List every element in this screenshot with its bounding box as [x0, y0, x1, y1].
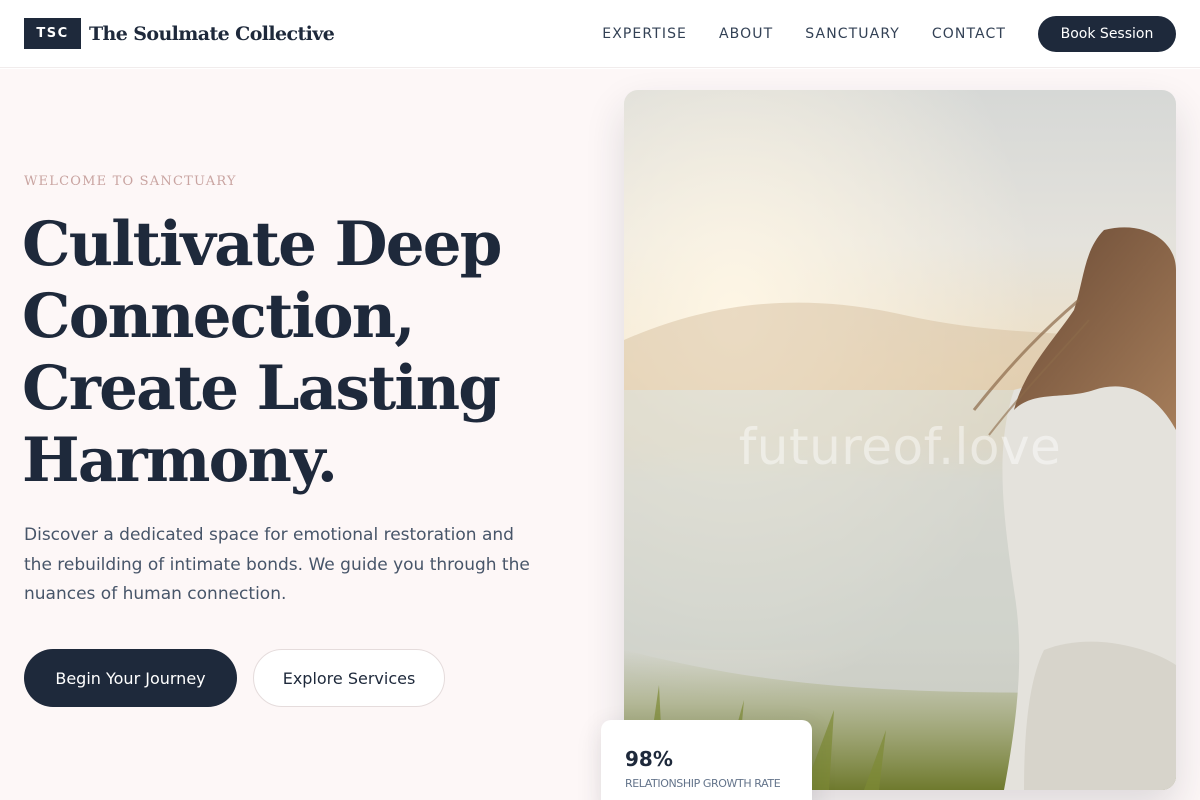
brand-logo[interactable]: TSC The Soulmate Collective — [24, 18, 335, 49]
site-header: TSC The Soulmate Collective EXPERTISE AB… — [0, 0, 1200, 68]
hero-headline: Cultivate Deep Connection, Create Lastin… — [22, 209, 582, 497]
hero-eyebrow: WELCOME TO SANCTUARY — [24, 174, 237, 189]
stat-value: 98% — [625, 747, 673, 771]
nav-link-about[interactable]: ABOUT — [719, 26, 773, 42]
nav-link-contact[interactable]: CONTACT — [932, 26, 1006, 42]
begin-journey-button[interactable]: Begin Your Journey — [24, 649, 237, 707]
nav-link-sanctuary[interactable]: SANCTUARY — [805, 26, 900, 42]
brand-name: The Soulmate Collective — [89, 22, 335, 45]
explore-services-button[interactable]: Explore Services — [253, 649, 445, 707]
stat-label: RELATIONSHIP GROWTH RATE — [625, 777, 781, 790]
headline-line: Harmony. — [22, 425, 338, 496]
headline-line: Connection, — [22, 281, 416, 352]
hero-photo: futureof.love — [624, 90, 1176, 790]
nav-link-expertise[interactable]: EXPERTISE — [602, 26, 687, 42]
headline-line: Cultivate Deep — [22, 209, 502, 280]
hero-section: WELCOME TO SANCTUARY Cultivate Deep Conn… — [0, 69, 1200, 800]
image-watermark: futureof.love — [738, 418, 1062, 476]
main-nav: EXPERTISE ABOUT SANCTUARY CONTACT — [602, 26, 1006, 42]
stat-card: 98% RELATIONSHIP GROWTH RATE — [601, 720, 812, 800]
headline-line: Create Lasting — [22, 353, 501, 424]
logo-badge: TSC — [24, 18, 81, 49]
book-session-button[interactable]: Book Session — [1038, 15, 1176, 52]
hero-description: Discover a dedicated space for emotional… — [24, 525, 530, 604]
